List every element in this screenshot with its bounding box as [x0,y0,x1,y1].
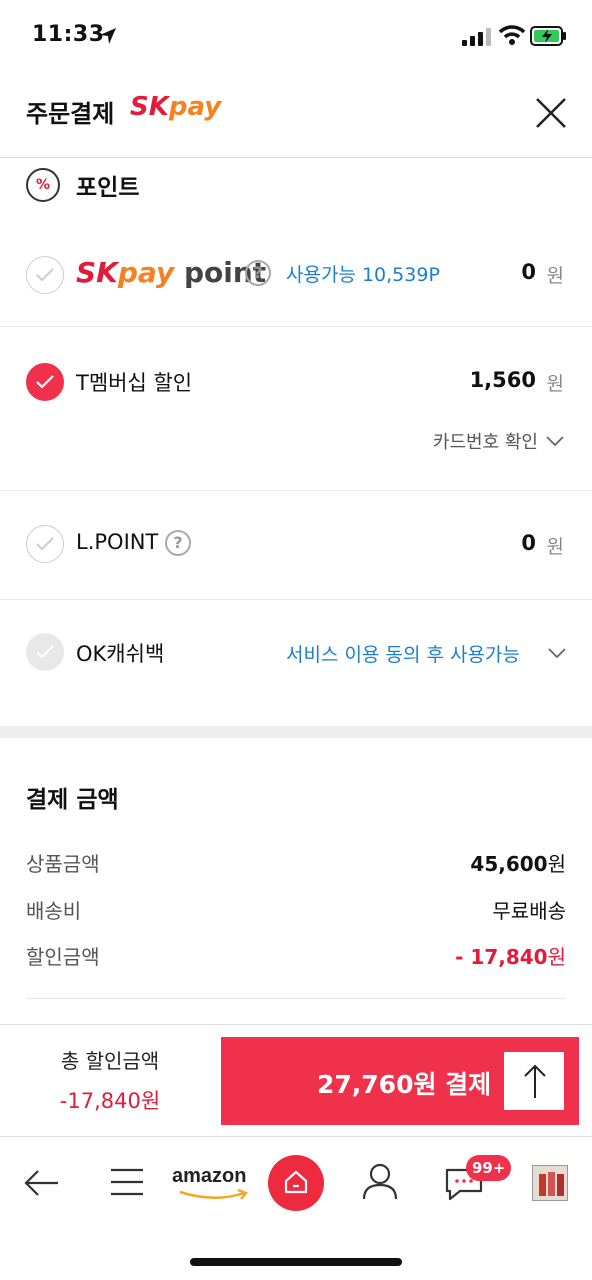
skpay-point-checkbox[interactable] [26,256,64,294]
payment-amount-title: 결제 금액 [26,787,119,813]
skpay-point-unit: 원 [546,265,564,287]
skpay-logo: SKpay [130,92,221,122]
total-discount-label: 총 할인금액 [60,1049,160,1073]
product-amount-label: 상품금액 [26,852,100,876]
check-icon [36,537,54,551]
help-icon[interactable]: ? [165,530,191,556]
pay-button[interactable]: 27,760원 결제 [221,1037,579,1125]
summary-divider [26,998,566,999]
card-number-confirm-link[interactable]: 카드번호 확인 [433,428,538,454]
discount-amount-unit: 원 [547,945,566,969]
chevron-down-icon[interactable] [546,435,564,447]
amazon-smile-icon [179,1189,249,1200]
skpay-point-label: SKpay point [76,256,266,289]
discount-amount-value: - 17,840원 [455,941,566,970]
battery-charging-icon [530,26,566,46]
skpoint-pay: pay [117,256,175,289]
status-time: 11:33 [32,22,105,47]
skpoint-sk: SK [76,256,118,289]
scroll-to-top-button[interactable] [503,1051,565,1111]
tmembership-unit: 원 [546,373,564,395]
okcashbag-label: OK캐쉬백 [76,642,165,666]
skpay-point-amount: 0 [521,260,536,284]
lpoint-checkbox[interactable] [26,525,64,563]
status-bar: 11:33 [0,0,592,72]
product-thumbnail-image [533,1166,567,1200]
location-arrow-icon [100,28,116,44]
total-discount-value: -17,840원 [59,1089,161,1113]
product-amount-value: 45,600원 [470,848,566,877]
lpoint-row: L.POINT ? 0 원 [0,491,592,600]
help-icon[interactable]: ? [245,260,271,286]
check-icon [36,645,54,659]
okcashbag-checkbox[interactable] [26,633,64,671]
wifi-icon [498,25,526,45]
page-header: 주문결제 SKpay [0,72,592,158]
pay-bar: 총 할인금액 -17,840원 27,760원 결제 [0,1024,592,1136]
check-icon [36,268,54,282]
section-divider [0,726,592,738]
home-button[interactable] [268,1155,324,1211]
product-amount-unit: 원 [547,852,566,876]
product-amount-number: 45,600 [470,852,548,876]
discount-amount-number: - 17,840 [455,945,548,969]
home-indicator [190,1258,402,1266]
menu-icon[interactable] [110,1167,144,1197]
tmembership-amount: 1,560 [469,368,536,392]
shipping-label: 배송비 [26,899,82,923]
logo-pay: pay [168,92,222,122]
arrow-up-icon [524,1064,546,1098]
tmembership-label: T멤버십 할인 [76,371,193,395]
lpoint-unit: 원 [546,536,564,558]
skpay-point-row: SKpay point ? 사용가능 10,539P 0 원 [0,220,592,327]
okcashbag-row: OK캐쉬백 서비스 이용 동의 후 사용가능 [0,600,592,726]
page-title: 주문결제 [26,100,115,128]
lpoint-label: L.POINT [76,530,159,554]
check-icon [36,375,54,389]
recent-product-thumbnail[interactable] [532,1165,568,1201]
back-arrow-icon[interactable] [24,1167,60,1199]
chevron-down-icon[interactable] [548,647,566,659]
amazon-logo[interactable]: amazon [172,1165,246,1188]
tmembership-checkbox[interactable] [26,363,64,401]
points-section-title: 포인트 [76,175,140,201]
logo-sk: SK [130,92,169,122]
okcashbag-consent-link[interactable]: 서비스 이용 동의 후 사용가능 [286,640,520,667]
chat-badge: 99+ [466,1155,512,1181]
discount-amount-label: 할인금액 [26,945,100,969]
percent-icon: % [26,168,60,202]
tmembership-row: T멤버십 할인 1,560 원 카드번호 확인 [0,327,592,491]
bottom-navigation: amazon 99+ [0,1136,592,1228]
profile-icon[interactable] [362,1163,398,1201]
cellular-signal-icon [462,28,491,46]
lpoint-amount: 0 [521,531,536,555]
shipping-value: 무료배송 [492,899,566,923]
close-icon[interactable] [534,96,568,130]
home-icon [284,1170,308,1194]
pay-button-label: 27,760원 결제 [317,1070,492,1099]
skpay-point-available: 사용가능 10,539P [286,264,440,286]
